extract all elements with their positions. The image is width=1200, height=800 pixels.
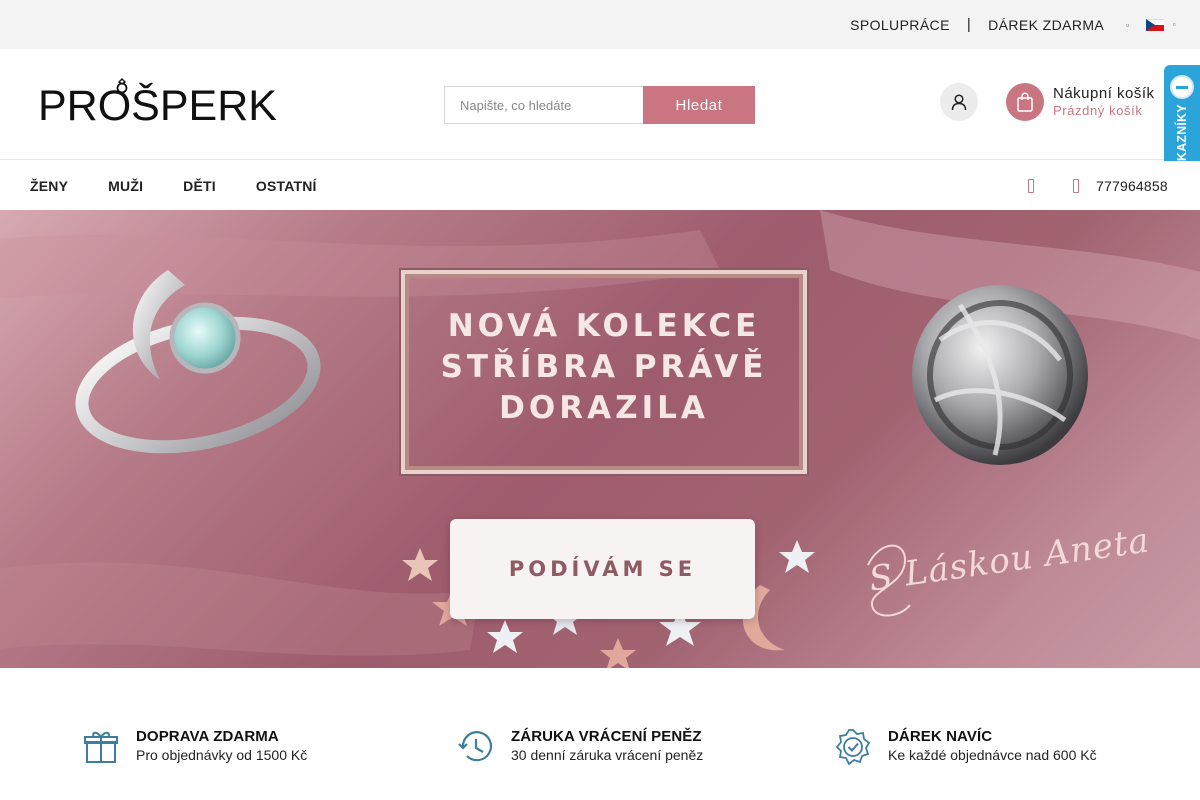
feature-free-gift: DÁREK NAVÍC Ke každé objednávce nad 600 …	[834, 728, 1097, 766]
cart-status: Prázdný košík	[1053, 103, 1143, 118]
top-bar: SPOLUPRÁCE | DÁREK ZDARMA ▫ ▫	[0, 0, 1200, 49]
nav-item-zeny[interactable]: ŽENY	[30, 178, 68, 194]
nav-contact: 777964858	[1028, 161, 1168, 210]
feature-money-back: ZÁRUKA VRÁCENÍ PENĚZ 30 denní záruka vrá…	[457, 728, 703, 766]
email-icon[interactable]	[1028, 178, 1034, 193]
feature-text: DÁREK NAVÍC Ke každé objednávce nad 600 …	[888, 728, 1097, 764]
logo-text: PROŠPERK	[38, 82, 277, 130]
link-darek-zdarma[interactable]: DÁREK ZDARMA	[988, 17, 1104, 33]
phone-icon	[1073, 178, 1079, 193]
cart-icon-wrap	[1006, 83, 1044, 121]
feature-text: ZÁRUKA VRÁCENÍ PENĚZ 30 denní záruka vrá…	[511, 728, 703, 764]
link-spoluprace[interactable]: SPOLUPRÁCE	[850, 17, 950, 33]
hero-headline: NOVÁ KOLEKCE STŘÍBRA PRÁVĚ DORAZILA	[440, 308, 768, 426]
logo[interactable]: PROŠPERK	[38, 78, 277, 130]
feature-title: ZÁRUKA VRÁCENÍ PENĚZ	[511, 728, 702, 745]
gift-icon	[84, 731, 118, 763]
feature-title: DÁREK NAVÍC	[888, 728, 993, 745]
feature-subtitle: 30 denní záruka vrácení peněz	[511, 747, 704, 763]
nav-item-muzi[interactable]: MUŽI	[108, 178, 143, 194]
cart-button[interactable]: Nákupní košík Prázdný košík	[1006, 83, 1155, 121]
nav-items: ŽENY MUŽI DĚTI OSTATNÍ	[30, 161, 357, 210]
feature-title: DOPRAVA ZDARMA	[136, 728, 279, 745]
feature-subtitle: Pro objednávky od 1500 Kč	[136, 747, 308, 763]
topbar-small-icon[interactable]: ▫	[1126, 20, 1130, 30]
account-button[interactable]	[940, 83, 978, 121]
top-links: SPOLUPRÁCE | DÁREK ZDARMA ▫ ▫	[850, 0, 1176, 49]
feature-free-shipping: DOPRAVA ZDARMA Pro objednávky od 1500 Kč	[82, 728, 307, 766]
cart-title: Nákupní košík	[1053, 85, 1155, 102]
feature-text: DOPRAVA ZDARMA Pro objednávky od 1500 Kč	[136, 728, 307, 764]
shopping-bag-icon	[1017, 92, 1033, 112]
feature-subtitle: Ke každé objednávce nad 600 Kč	[888, 747, 1097, 763]
nav-item-ostatni[interactable]: OSTATNÍ	[256, 178, 317, 194]
features-strip: DOPRAVA ZDARMA Pro objednávky od 1500 Kč…	[0, 668, 1200, 800]
user-icon	[951, 94, 967, 111]
ring-icon	[116, 78, 128, 94]
heureka-seal-icon	[1170, 75, 1194, 99]
language-switcher[interactable]: ▫	[1145, 18, 1176, 31]
chevron-down-icon: ▫	[1172, 20, 1176, 29]
main-nav: ŽENY MUŽI DĚTI OSTATNÍ 777964858	[0, 161, 1200, 210]
hero-cta-button[interactable]: PODÍVÁM SE	[450, 519, 755, 619]
verified-badge-icon	[835, 729, 871, 766]
phone-number[interactable]: 777964858	[1096, 178, 1168, 194]
search-button[interactable]: Hledat	[643, 86, 755, 124]
search-input[interactable]	[444, 86, 643, 124]
search-form: Hledat	[444, 86, 755, 124]
cart-text: Nákupní košík Prázdný košík	[1053, 85, 1155, 119]
hero-banner[interactable]: NOVÁ KOLEKCE STŘÍBRA PRÁVĚ DORAZILA PODÍ…	[0, 210, 1200, 668]
czech-flag-icon	[1145, 18, 1164, 31]
site-header: PROŠPERK Hledat Nákupní košík Prázdný ko…	[0, 49, 1200, 160]
nav-item-deti[interactable]: DĚTI	[183, 178, 216, 194]
history-icon	[458, 731, 493, 762]
link-separator: |	[966, 16, 972, 33]
hero-cta-label: PODÍVÁM SE	[508, 557, 697, 581]
